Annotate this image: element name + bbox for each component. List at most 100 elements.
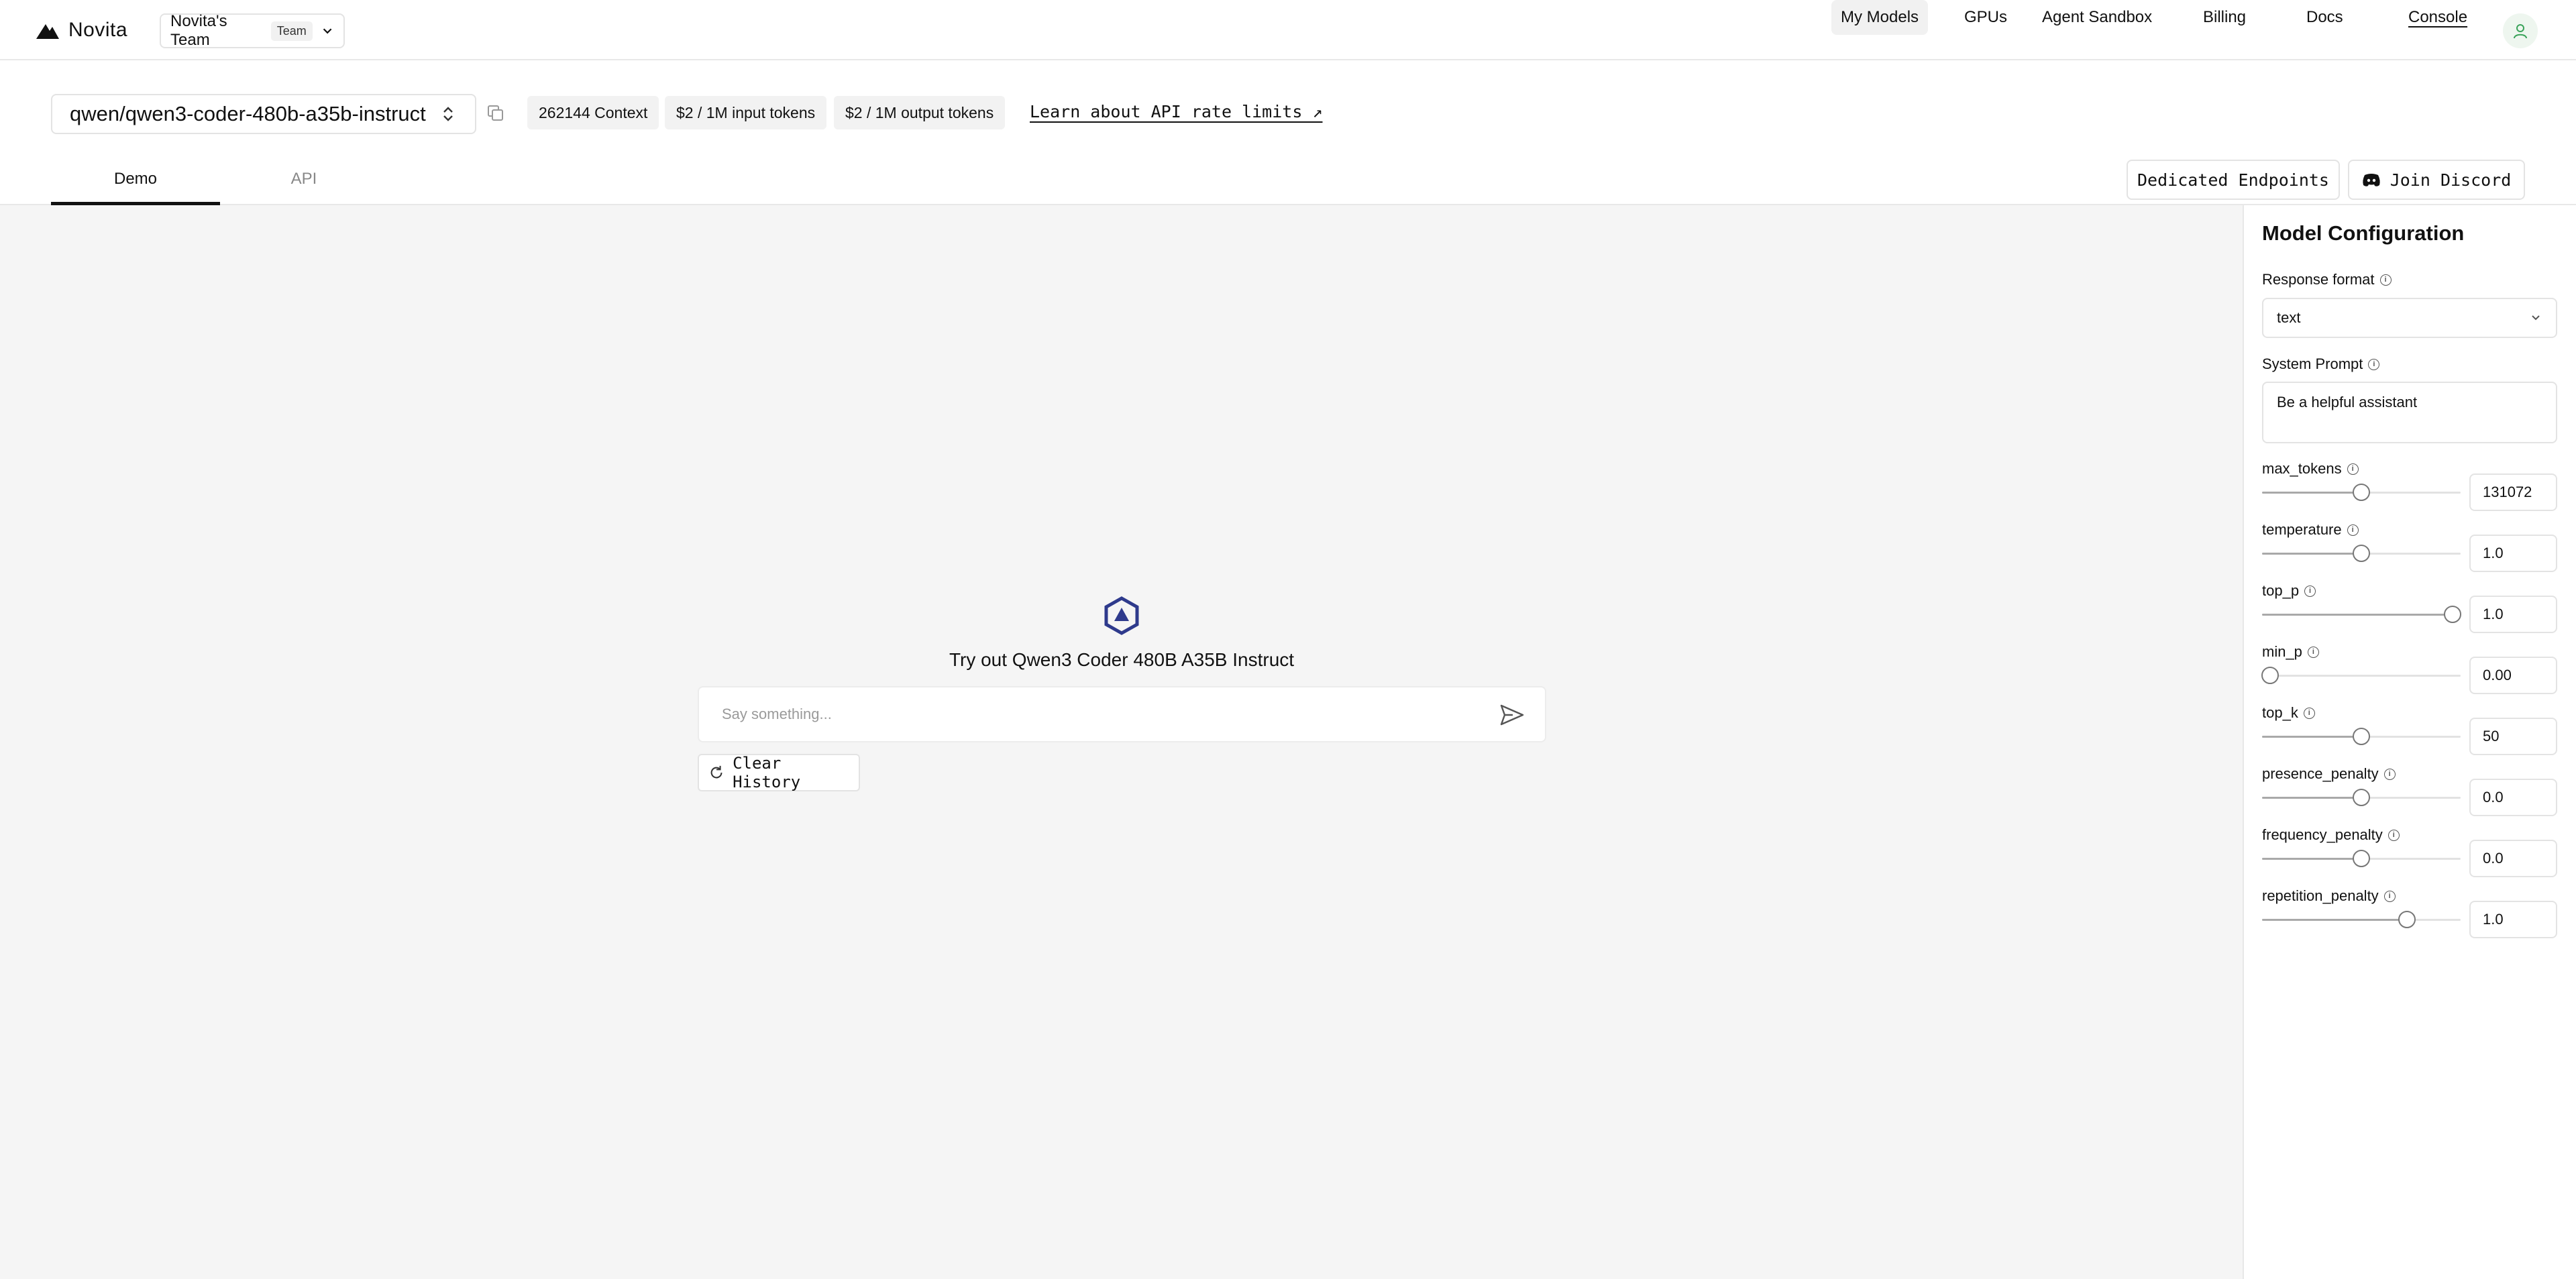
info-icon[interactable]: i bbox=[2307, 646, 2319, 658]
chat-input[interactable] bbox=[722, 687, 1460, 741]
clear-history-button[interactable]: Clear History bbox=[698, 754, 860, 791]
info-icon[interactable]: i bbox=[2347, 524, 2359, 536]
model-selector[interactable]: qwen/qwen3-coder-480b-a35b-instruct bbox=[51, 94, 476, 134]
system-prompt-label-text: System Prompt bbox=[2262, 355, 2363, 372]
top-k-slider[interactable] bbox=[2262, 726, 2461, 746]
slider-thumb[interactable] bbox=[2353, 728, 2370, 745]
slider-fill bbox=[2262, 736, 2361, 738]
refresh-icon bbox=[710, 765, 722, 779]
top-k-label: top_k i bbox=[2262, 704, 2315, 722]
max-tokens-slider[interactable] bbox=[2262, 482, 2461, 502]
nav-billing[interactable]: Billing bbox=[2194, 0, 2255, 35]
dedicated-endpoints-label: Dedicated Endpoints bbox=[2137, 170, 2329, 190]
top-p-input[interactable] bbox=[2469, 596, 2557, 633]
output-price-pill: $2 / 1M output tokens bbox=[834, 96, 1006, 129]
min-p-label-text: min_p bbox=[2262, 643, 2302, 660]
frequency-penalty-input[interactable] bbox=[2469, 840, 2557, 877]
slider-thumb[interactable] bbox=[2353, 545, 2370, 562]
response-format-label-text: Response format bbox=[2262, 271, 2375, 288]
repetition-penalty-input[interactable] bbox=[2469, 901, 2557, 938]
model-configuration-panel: Model Configuration Response format i te… bbox=[2245, 205, 2576, 1279]
info-icon[interactable]: i bbox=[2347, 463, 2359, 475]
copy-icon[interactable] bbox=[486, 103, 506, 123]
discord-icon bbox=[2363, 174, 2380, 186]
presence-penalty-label: presence_penalty i bbox=[2262, 765, 2396, 783]
max-tokens-label-text: max_tokens bbox=[2262, 460, 2342, 477]
frequency-penalty-slider[interactable] bbox=[2262, 848, 2461, 869]
system-prompt-input[interactable]: Be a helpful assistant bbox=[2262, 382, 2557, 443]
top-navigation: Novita Novita's Team Team My Models GPUs… bbox=[0, 0, 2576, 60]
presence-penalty-label-text: presence_penalty bbox=[2262, 765, 2379, 782]
novita-logo-icon bbox=[36, 24, 59, 39]
user-icon bbox=[2514, 24, 2527, 39]
tab-api[interactable]: API bbox=[220, 156, 388, 205]
nav-console[interactable]: Console bbox=[2399, 0, 2477, 35]
min-p-input[interactable] bbox=[2469, 657, 2557, 694]
slider-thumb[interactable] bbox=[2353, 850, 2370, 867]
repetition-penalty-label-text: repetition_penalty bbox=[2262, 887, 2379, 904]
info-icon[interactable]: i bbox=[2368, 358, 2380, 370]
presence-penalty-slider[interactable] bbox=[2262, 787, 2461, 808]
info-icon[interactable]: i bbox=[2304, 585, 2316, 597]
slider-track bbox=[2262, 675, 2461, 677]
slider-thumb[interactable] bbox=[2353, 789, 2370, 806]
frequency-penalty-label-text: frequency_penalty bbox=[2262, 826, 2383, 843]
temperature-label-text: temperature bbox=[2262, 521, 2342, 538]
top-p-label-text: top_p bbox=[2262, 582, 2300, 599]
response-format-select[interactable]: text bbox=[2262, 298, 2557, 338]
brand-logo[interactable]: Novita bbox=[35, 19, 127, 42]
temperature-label: temperature i bbox=[2262, 521, 2359, 539]
info-icon[interactable]: i bbox=[2379, 274, 2392, 286]
repetition-penalty-slider[interactable] bbox=[2262, 909, 2461, 930]
user-avatar[interactable] bbox=[2503, 13, 2538, 48]
top-k-input[interactable] bbox=[2469, 718, 2557, 755]
slider-thumb[interactable] bbox=[2398, 911, 2416, 928]
info-icon[interactable]: i bbox=[2383, 768, 2396, 780]
model-name: qwen/qwen3-coder-480b-a35b-instruct bbox=[70, 102, 426, 125]
chevron-down-icon bbox=[323, 28, 332, 34]
chevron-updown-icon bbox=[443, 107, 453, 121]
repetition-penalty-label: repetition_penalty i bbox=[2262, 887, 2396, 905]
panel-title: Model Configuration bbox=[2262, 221, 2465, 245]
slider-thumb[interactable] bbox=[2261, 667, 2279, 684]
team-name: Novita's Team bbox=[170, 12, 227, 49]
api-rate-limits-link[interactable]: Learn about API rate limits ↗ bbox=[1030, 102, 1323, 121]
team-selector[interactable]: Novita's Team Team bbox=[160, 12, 345, 49]
context-pill: 262144 Context bbox=[527, 96, 659, 129]
response-format-value: text bbox=[2277, 309, 2301, 326]
info-icon[interactable]: i bbox=[2383, 890, 2396, 902]
min-p-slider[interactable] bbox=[2261, 665, 2461, 685]
temperature-input[interactable] bbox=[2469, 535, 2557, 572]
slider-fill bbox=[2262, 614, 2453, 616]
slider-fill bbox=[2262, 858, 2361, 860]
team-badge: Team bbox=[270, 21, 313, 41]
demo-title: Try out Qwen3 Coder 480B A35B Instruct bbox=[949, 649, 1295, 670]
top-p-slider[interactable] bbox=[2262, 604, 2462, 624]
max-tokens-label: max_tokens i bbox=[2262, 460, 2359, 478]
join-discord-label: Join Discord bbox=[2390, 170, 2512, 190]
info-icon[interactable]: i bbox=[2303, 707, 2315, 719]
slider-thumb[interactable] bbox=[2353, 484, 2370, 501]
info-icon[interactable]: i bbox=[2387, 829, 2400, 841]
slider-fill bbox=[2262, 797, 2361, 799]
chat-input-box bbox=[698, 686, 1546, 742]
chevron-down-icon bbox=[2532, 315, 2540, 321]
dedicated-endpoints-button[interactable]: Dedicated Endpoints bbox=[2127, 160, 2340, 200]
temperature-slider[interactable] bbox=[2262, 543, 2461, 563]
top-p-label: top_p i bbox=[2262, 582, 2316, 600]
slider-thumb[interactable] bbox=[2444, 606, 2462, 623]
demo-area: Try out Qwen3 Coder 480B A35B Instruct bbox=[0, 205, 2244, 1279]
nav-docs[interactable]: Docs bbox=[2297, 0, 2353, 35]
min-p-label: min_p i bbox=[2262, 643, 2319, 661]
nav-gpus[interactable]: GPUs bbox=[1955, 0, 2017, 35]
send-icon[interactable] bbox=[1499, 703, 1525, 727]
response-format-label: Response format i bbox=[2262, 271, 2392, 288]
max-tokens-input[interactable] bbox=[2469, 474, 2557, 511]
nav-my-models[interactable]: My Models bbox=[1831, 0, 1929, 35]
presence-penalty-input[interactable] bbox=[2469, 779, 2557, 816]
nav-agent-sandbox[interactable]: Agent Sandbox bbox=[2033, 0, 2161, 35]
input-price-pill: $2 / 1M input tokens bbox=[665, 96, 827, 129]
join-discord-button[interactable]: Join Discord bbox=[2348, 160, 2525, 200]
top-k-label-text: top_k bbox=[2262, 704, 2298, 721]
tab-demo[interactable]: Demo bbox=[51, 156, 220, 205]
